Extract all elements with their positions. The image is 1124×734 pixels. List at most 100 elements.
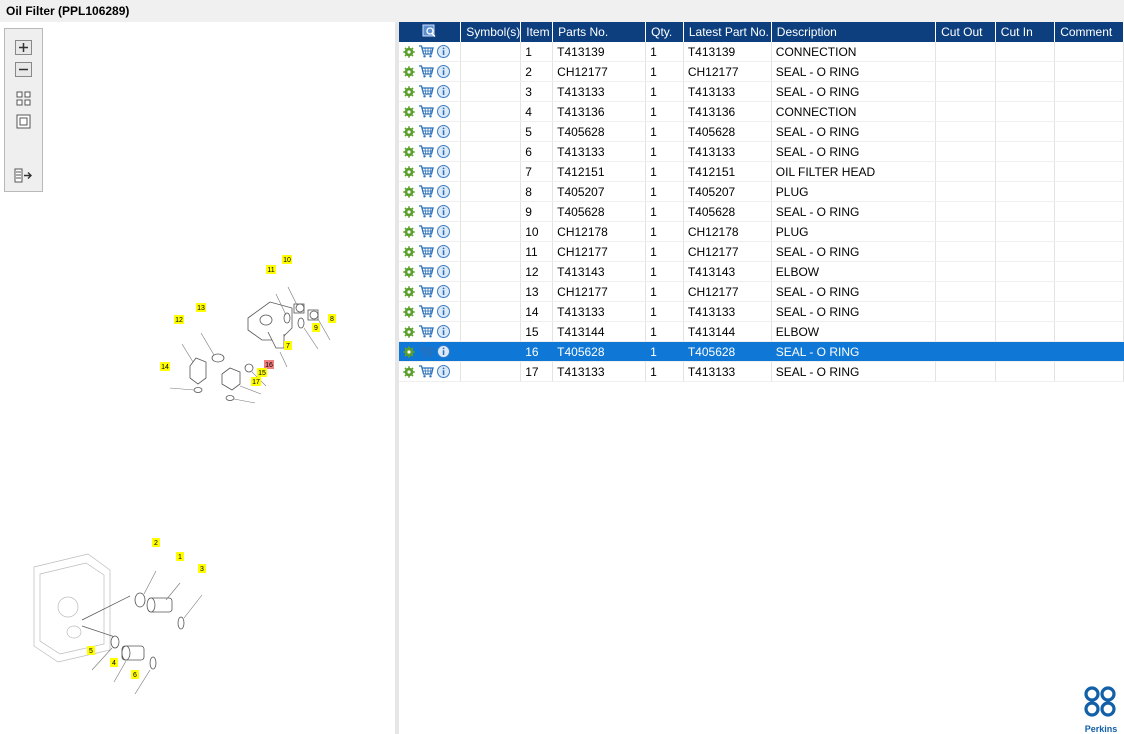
diagram-pane[interactable]: 10 11 13 12 9 8 7 14 16 15 17 2 1 3 5 4 …	[0, 22, 395, 734]
column-header-parts-no[interactable]: Parts No.	[552, 22, 647, 42]
gear-icon[interactable]	[403, 205, 415, 218]
gear-icon[interactable]	[403, 145, 415, 158]
column-header-symbols[interactable]: Symbol(s)	[460, 22, 522, 42]
gear-icon[interactable]	[403, 85, 415, 98]
cart-icon[interactable]	[418, 265, 434, 278]
cart-icon[interactable]	[418, 225, 434, 238]
find-in-diagram-icon[interactable]	[422, 24, 437, 38]
gear-icon[interactable]	[403, 345, 415, 358]
callout-1[interactable]: 1	[176, 552, 184, 561]
table-row[interactable]: 14 T413133 1 T413133 SEAL - O RING	[399, 301, 1124, 322]
cart-icon[interactable]	[418, 165, 434, 178]
cart-icon[interactable]	[418, 325, 434, 338]
table-row[interactable]: 1 T413139 1 T413139 CONNECTION	[399, 42, 1124, 62]
column-header-cut-in[interactable]: Cut In	[995, 22, 1056, 42]
cart-icon[interactable]	[418, 305, 434, 318]
cart-icon[interactable]	[418, 45, 434, 58]
cart-icon[interactable]	[418, 365, 434, 378]
cart-icon[interactable]	[418, 205, 434, 218]
callout-7[interactable]: 7	[284, 341, 292, 350]
callout-11[interactable]: 11	[266, 265, 276, 274]
column-header-comment[interactable]: Comment	[1054, 22, 1124, 42]
table-row[interactable]: 6 T413133 1 T413133 SEAL - O RING	[399, 141, 1124, 162]
table-row[interactable]: 2 CH12177 1 CH12177 SEAL - O RING	[399, 61, 1124, 82]
table-row[interactable]: 10 CH12178 1 CH12178 PLUG	[399, 221, 1124, 242]
table-row[interactable]: 11 CH12177 1 CH12177 SEAL - O RING	[399, 241, 1124, 262]
gear-icon[interactable]	[403, 45, 415, 58]
table-row[interactable]: 7 T412151 1 T412151 OIL FILTER HEAD	[399, 161, 1124, 182]
info-icon[interactable]	[437, 205, 450, 218]
table-row[interactable]: 8 T405207 1 T405207 PLUG	[399, 181, 1124, 202]
table-row[interactable]: 9 T405628 1 T405628 SEAL - O RING	[399, 201, 1124, 222]
zoom-out-button[interactable]	[14, 61, 33, 78]
table-row[interactable]: 17 T413133 1 T413133 SEAL - O RING	[399, 361, 1124, 382]
column-header-cut-out[interactable]: Cut Out	[935, 22, 996, 42]
gear-icon[interactable]	[403, 245, 415, 258]
column-header-latest-part-no[interactable]: Latest Part No.	[683, 22, 772, 42]
cart-icon[interactable]	[418, 245, 434, 258]
zoom-in-button[interactable]	[14, 39, 33, 56]
gear-icon[interactable]	[403, 125, 415, 138]
info-icon[interactable]	[437, 345, 450, 358]
cart-icon[interactable]	[418, 285, 434, 298]
gear-icon[interactable]	[403, 185, 415, 198]
info-icon[interactable]	[437, 285, 450, 298]
column-header-description[interactable]: Description	[771, 22, 937, 42]
callout-3[interactable]: 3	[198, 564, 206, 573]
callout-2[interactable]: 2	[152, 538, 160, 547]
cart-icon[interactable]	[418, 65, 434, 78]
table-row[interactable]: 16 T405628 1 T405628 SEAL - O RING	[399, 341, 1124, 362]
cart-icon[interactable]	[418, 125, 434, 138]
cart-icon[interactable]	[418, 185, 434, 198]
info-icon[interactable]	[437, 65, 450, 78]
info-icon[interactable]	[437, 125, 450, 138]
gear-icon[interactable]	[403, 65, 415, 78]
cart-icon[interactable]	[418, 145, 434, 158]
callout-4[interactable]: 4	[110, 658, 118, 667]
callout-15[interactable]: 15	[257, 368, 267, 377]
info-icon[interactable]	[437, 85, 450, 98]
single-view-button[interactable]	[14, 113, 33, 130]
gear-icon[interactable]	[403, 225, 415, 238]
cart-icon[interactable]	[418, 85, 434, 98]
table-row[interactable]: 4 T413136 1 T413136 CONNECTION	[399, 101, 1124, 122]
info-icon[interactable]	[437, 165, 450, 178]
info-icon[interactable]	[437, 325, 450, 338]
callout-6[interactable]: 6	[131, 670, 139, 679]
table-row[interactable]: 3 T413133 1 T413133 SEAL - O RING	[399, 81, 1124, 102]
column-header-actions[interactable]	[399, 22, 462, 42]
table-row[interactable]: 13 CH12177 1 CH12177 SEAL - O RING	[399, 281, 1124, 302]
callout-13[interactable]: 13	[196, 303, 206, 312]
info-icon[interactable]	[437, 105, 450, 118]
callout-10[interactable]: 10	[282, 255, 292, 264]
column-header-item[interactable]: Item	[520, 22, 554, 42]
info-icon[interactable]	[437, 45, 450, 58]
info-icon[interactable]	[437, 145, 450, 158]
cart-icon[interactable]	[418, 345, 434, 358]
table-row[interactable]: 15 T413144 1 T413144 ELBOW	[399, 321, 1124, 342]
gear-icon[interactable]	[403, 285, 415, 298]
gear-icon[interactable]	[403, 305, 415, 318]
gear-icon[interactable]	[403, 365, 415, 378]
callout-16[interactable]: 16	[264, 360, 274, 369]
callout-14[interactable]: 14	[160, 362, 170, 371]
info-icon[interactable]	[437, 225, 450, 238]
table-row[interactable]: 5 T405628 1 T405628 SEAL - O RING	[399, 121, 1124, 142]
callout-5[interactable]: 5	[87, 646, 95, 655]
column-header-qty[interactable]: Qty.	[645, 22, 684, 42]
info-icon[interactable]	[437, 265, 450, 278]
export-button[interactable]	[14, 167, 33, 184]
callout-9[interactable]: 9	[312, 323, 320, 332]
gear-icon[interactable]	[403, 105, 415, 118]
callout-17[interactable]: 17	[251, 377, 261, 386]
callout-8[interactable]: 8	[328, 314, 336, 323]
gear-icon[interactable]	[403, 265, 415, 278]
gear-icon[interactable]	[403, 165, 415, 178]
info-icon[interactable]	[437, 365, 450, 378]
info-icon[interactable]	[437, 245, 450, 258]
fit-view-button[interactable]	[14, 90, 33, 107]
callout-12[interactable]: 12	[174, 315, 184, 324]
gear-icon[interactable]	[403, 325, 415, 338]
cart-icon[interactable]	[418, 105, 434, 118]
info-icon[interactable]	[437, 305, 450, 318]
